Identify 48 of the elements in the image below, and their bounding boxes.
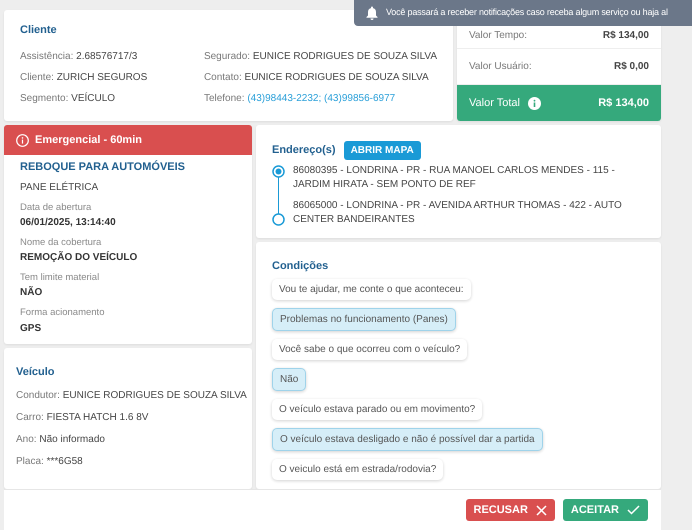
answer-bubble: Problemas no funcionamento (Panes) <box>272 308 456 330</box>
field-label: Data de abertura <box>20 200 92 214</box>
info-line: Assistência: 2.68576717/3 <box>20 50 138 64</box>
refuse-button[interactable]: RECUSAR <box>466 498 555 522</box>
info-line: Carro: FIESTA HATCH 1.6 8V <box>16 410 150 424</box>
info-line: Segurado: EUNICE RODRIGUES DE SOUZA SILVA <box>204 50 437 64</box>
field-value: NÃO <box>20 285 44 300</box>
section-title: Veículo <box>16 365 56 380</box>
section-title: Cliente <box>20 23 58 38</box>
info-line: Telefone: (43)98443-2232; (43)99856-6977 <box>204 92 396 106</box>
check-icon <box>627 505 640 515</box>
section-title: Endereço(s) <box>272 143 336 158</box>
bell-icon <box>366 6 378 20</box>
question-bubble: O veículo estava parado ou em movimento? <box>272 398 482 420</box>
address-text: 86065000 - LONDRINA - PR - AVENIDA ARTHUR THOMAS - 422 - AUTO CENTER BANDEIRANTES <box>293 199 623 226</box>
info-icon <box>528 96 541 110</box>
close-icon <box>536 504 547 516</box>
question-bubble: Vou te ajudar, me conte o que aconteceu: <box>272 278 471 300</box>
field-value: GPS <box>20 322 42 336</box>
service-subtitle: PANE ELÉTRICA <box>20 180 100 194</box>
info-icon <box>16 134 29 146</box>
value-label: Valor Usuário: <box>469 60 532 74</box>
field-value: 06/01/2025, 13:14:40 <box>20 216 117 230</box>
alert-text: Emergencial - 60min <box>35 132 142 148</box>
total-label: Valor Total <box>469 96 520 111</box>
answer-bubble: Não <box>272 368 306 390</box>
info-line: Contato: EUNICE RODRIGUES DE SOUZA SILVA <box>204 70 430 84</box>
address-text: 86080395 - LONDRINA - PR - RUA MANOEL CARLOS MENDES - 115 - JARDIM HIRATA - SEM PONTO DE REF <box>293 164 616 191</box>
info-line: Placa: ***6G58 <box>16 454 84 468</box>
field-label: Nome da cobertura <box>20 236 102 250</box>
info-line: Segmento: VEÍCULO <box>20 91 116 106</box>
question-bubble: O veiculo está em estrada/rodovia? <box>272 458 444 480</box>
question-bubble: Você sabe o que ocorreu com o veículo? <box>272 338 468 360</box>
field-value: REMOÇÃO DO VEÍCULO <box>20 250 138 265</box>
section-title: Condições <box>272 259 330 274</box>
accept-button[interactable]: ACEITAR <box>562 498 648 522</box>
info-line: Ano: Não informado <box>16 432 106 446</box>
total-value: R$ 134,00 <box>598 96 649 111</box>
service-title: REBOQUE PARA AUTOMÓVEIS <box>20 159 186 175</box>
answer-bubble: O veículo estava desligado e não é possível dar a partida <box>272 428 543 450</box>
field-label: Forma acionamento <box>20 306 106 320</box>
field-label: Tem limite material <box>20 271 100 285</box>
open-map-button[interactable]: ABRIR MAPA <box>344 141 421 160</box>
value-label: Valor Tempo: <box>469 29 527 43</box>
value-amount: R$ 0,00 <box>614 60 649 74</box>
info-line: Cliente: ZURICH SEGUROS <box>20 70 148 84</box>
value-amount: R$ 134,00 <box>602 29 649 43</box>
notification-text: Você passará a receber notificações caso receba algum serviço ou haja al <box>386 6 668 20</box>
